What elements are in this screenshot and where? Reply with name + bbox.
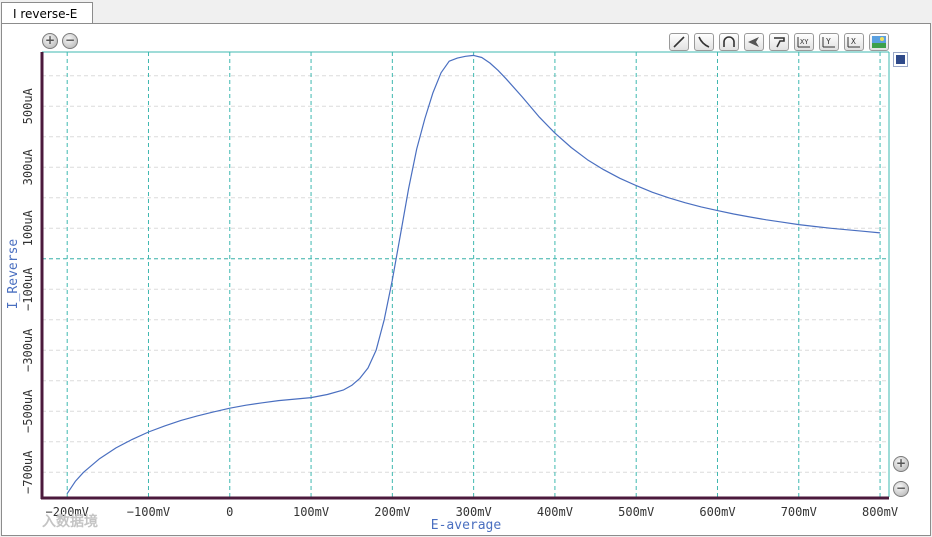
y-tick-label: 100uA — [21, 209, 35, 246]
x-tick-label: 0 — [226, 505, 233, 519]
series-line — [66, 54, 881, 494]
x-tick-label: 100mV — [293, 505, 329, 519]
watermark: 入数据境 — [42, 513, 98, 530]
i-reverse-e-chart: −200mV −100mV 0 100mV 200mV 300mV 400mV 500mV 60… — [6, 51, 899, 533]
y-tick-label: 300uA — [21, 148, 35, 185]
x-tick-label: 500mV — [618, 505, 654, 519]
x-tick-label: 800mV — [862, 505, 898, 519]
y-tick-label: −700uA — [21, 450, 35, 494]
y-tick-label: −100uA — [21, 267, 35, 311]
y-tick-labels: −700uA −500uA −300uA −100uA 100uA 300uA 500uA — [21, 87, 35, 494]
x-tick-labels: −200mV −100mV 0 100mV 200mV 300mV 400mV 500mV 60… — [46, 505, 899, 519]
y-tick-label: 500uA — [21, 87, 35, 124]
data-series — [66, 54, 881, 494]
y-tick-label: −300uA — [21, 328, 35, 372]
plot-frame — [40, 51, 890, 500]
x-tick-label: 400mV — [537, 505, 573, 519]
x-tick-label: 200mV — [374, 505, 410, 519]
x-axis-label: E-average — [431, 518, 502, 533]
x-tick-label: 300mV — [456, 505, 492, 519]
grid-lines — [42, 52, 889, 497]
x-tick-label: 600mV — [699, 505, 735, 519]
x-tick-label: 700mV — [781, 505, 817, 519]
y-axis-label: I_Reverse — [6, 239, 21, 310]
y-tick-label: −500uA — [21, 389, 35, 433]
x-tick-label: −100mV — [127, 505, 170, 519]
